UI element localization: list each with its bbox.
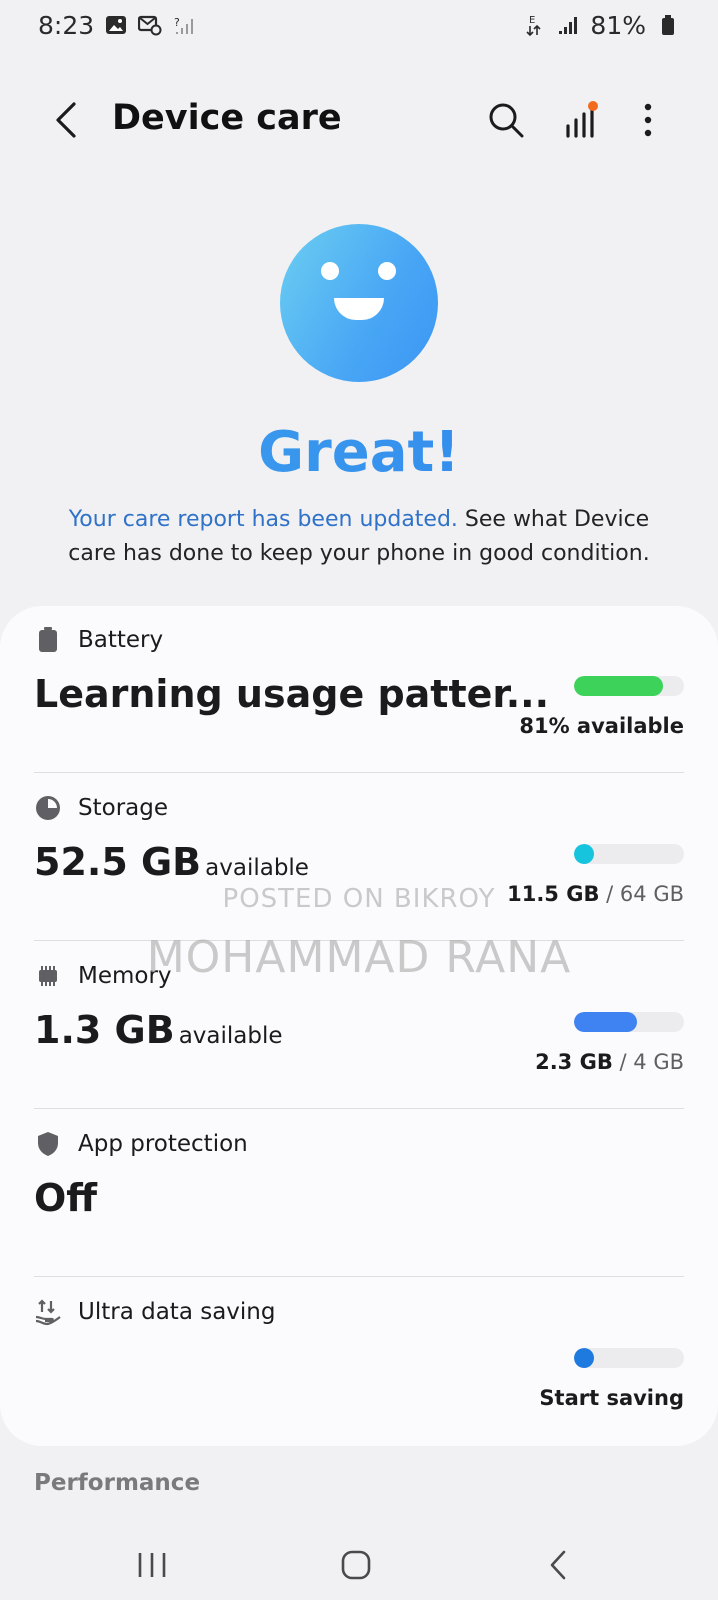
svg-text:E: E	[529, 15, 535, 26]
report-text: Your care report has been updated. See w…	[50, 503, 668, 571]
battery-icon	[656, 13, 680, 37]
care-report-link[interactable]: Your care report has been updated.	[69, 507, 458, 532]
storage-label: Storage	[78, 795, 168, 821]
memory-usage-bar	[574, 1012, 684, 1032]
watermark-line-1: POSTED ON BIKROY	[222, 884, 496, 914]
ultra-data-saving-label: Ultra data saving	[78, 1299, 276, 1325]
svg-text:?: ?	[174, 16, 180, 29]
chevron-left-icon	[56, 102, 76, 138]
cell-signal-icon	[556, 13, 580, 37]
navigation-bar	[0, 1530, 718, 1600]
gallery-icon	[104, 13, 128, 37]
back-button[interactable]	[44, 98, 88, 142]
app-protection-status: Off	[34, 1176, 98, 1220]
battery-level-fill	[574, 676, 664, 696]
storage-row[interactable]: Storage 52.5 GB available 11.5 GB / 64 GB	[34, 774, 684, 942]
storage-pie-icon	[34, 794, 62, 822]
status-bar: 8:23 ? E 81%	[0, 0, 718, 50]
nav-back-button[interactable]	[528, 1540, 588, 1590]
watermark-line-2: MOHAMMAD RANA	[146, 932, 572, 983]
app-bar: Device care	[0, 86, 718, 154]
battery-status: Learning usage patter...	[34, 672, 550, 716]
app-protection-label: App protection	[78, 1131, 248, 1157]
search-button[interactable]	[484, 98, 528, 142]
memory-usage-text: 2.3 GB / 4 GB	[535, 1050, 684, 1074]
app-protection-row[interactable]: App protection Off	[34, 1110, 684, 1278]
signal-weak-icon: ?	[172, 13, 196, 37]
recent-apps-button[interactable]	[122, 1540, 182, 1590]
search-icon	[489, 103, 524, 138]
bar-signal-icon	[566, 101, 598, 138]
more-vertical-icon	[644, 103, 652, 137]
memory-usage-fill	[574, 1012, 638, 1032]
divider	[34, 772, 684, 773]
battery-label: Battery	[78, 627, 164, 653]
page-title: Device care	[112, 98, 342, 138]
storage-usage-fill	[574, 844, 594, 864]
diagnostics-button[interactable]	[560, 98, 604, 142]
recent-apps-icon	[138, 1553, 166, 1577]
message-settings-icon	[138, 13, 162, 37]
smiley-face-icon	[280, 224, 438, 382]
start-saving-action[interactable]: Start saving	[539, 1386, 684, 1410]
battery-icon	[34, 626, 62, 654]
device-care-card: Battery Learning usage patter... 81% ava…	[0, 606, 718, 1446]
status-headline: Great!	[0, 420, 718, 485]
shield-icon	[34, 1130, 62, 1158]
more-options-button[interactable]	[626, 98, 670, 142]
memory-available: 1.3 GB available	[34, 1008, 283, 1052]
ultra-data-saving-row[interactable]: Ultra data saving Start saving	[34, 1278, 684, 1446]
storage-usage-bar	[574, 844, 684, 864]
divider	[34, 1108, 684, 1109]
storage-available: 52.5 GB available	[34, 840, 309, 884]
performance-section-label: Performance	[34, 1470, 201, 1496]
battery-available: 81% available	[519, 714, 684, 738]
battery-percent: 81%	[590, 10, 646, 40]
data-arrows-icon: E	[522, 13, 546, 37]
divider	[34, 1276, 684, 1277]
back-arrow-icon	[550, 1550, 566, 1580]
clock: 8:23	[38, 10, 95, 40]
battery-level-bar	[574, 676, 684, 696]
battery-row[interactable]: Battery Learning usage patter... 81% ava…	[34, 606, 684, 774]
data-saving-icon	[34, 1298, 62, 1326]
home-icon	[341, 1550, 371, 1580]
home-button[interactable]	[326, 1540, 386, 1590]
ultra-data-saving-knob	[574, 1348, 594, 1368]
ultra-data-saving-toggle[interactable]	[574, 1348, 684, 1368]
